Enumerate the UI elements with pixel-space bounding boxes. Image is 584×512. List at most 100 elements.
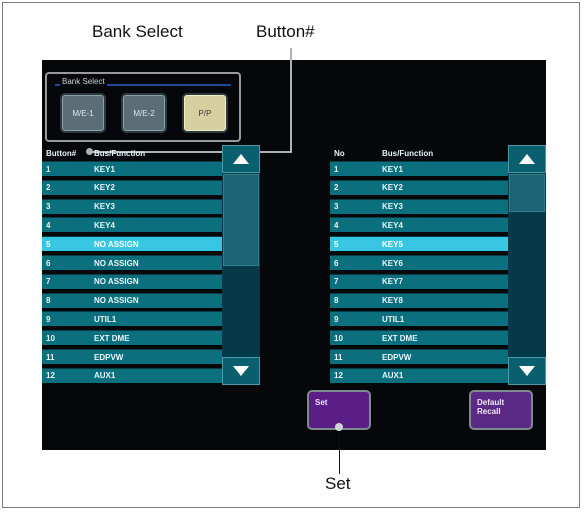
right-scroll-down-button[interactable] bbox=[508, 357, 546, 385]
triangle-up-icon bbox=[519, 154, 535, 164]
bank-button-pp[interactable]: P/P bbox=[182, 93, 228, 133]
left_list-row-number: 5 bbox=[46, 239, 51, 249]
right_list-row-number: 9 bbox=[334, 314, 339, 324]
left_list-row-function: EXT DME bbox=[94, 333, 130, 343]
left_list-row[interactable]: 11 EDPVW bbox=[42, 349, 222, 364]
right_list-row-function: KEY3 bbox=[382, 202, 403, 212]
bank-button-me2[interactable]: M/E-2 bbox=[121, 93, 167, 133]
right_list-row-number: 11 bbox=[334, 352, 343, 362]
right_list-row-number: 3 bbox=[334, 202, 339, 212]
right_list-row[interactable]: 7 KEY7 bbox=[330, 273, 508, 289]
right_list-row-number: 8 bbox=[334, 296, 339, 306]
default-recall-button[interactable]: Default Recall bbox=[469, 390, 533, 430]
right_list-row-function: KEY1 bbox=[382, 164, 403, 174]
right_list-row-function: KEY2 bbox=[382, 183, 403, 193]
callout-button-number: Button# bbox=[256, 22, 315, 41]
left_list-row-number: 7 bbox=[46, 277, 51, 287]
right_list-row-number: 5 bbox=[334, 239, 339, 249]
triangle-up-icon bbox=[233, 154, 249, 164]
right_list-row-function: EDPVW bbox=[382, 352, 412, 362]
callout-set: Set bbox=[325, 474, 351, 493]
left-scroll-up-button[interactable] bbox=[222, 145, 260, 173]
right_list-row-number: 7 bbox=[334, 277, 339, 287]
left_list-row-function: KEY3 bbox=[94, 202, 115, 212]
right_list-row-number: 10 bbox=[334, 333, 343, 343]
button-number-pointer-vertical bbox=[290, 48, 292, 152]
right_list-row[interactable]: 2 KEY2 bbox=[330, 179, 508, 195]
left_list-row-function: KEY2 bbox=[94, 183, 115, 193]
left_list-row-number: 12 bbox=[46, 371, 55, 381]
right_list-row[interactable]: 11 EDPVW bbox=[330, 349, 508, 364]
right_list-row[interactable]: 1 KEY1 bbox=[330, 161, 508, 176]
left_list-row-function: KEY4 bbox=[94, 220, 115, 230]
right_list-row-function: UTIL1 bbox=[382, 314, 405, 324]
right_list-row[interactable]: 9 UTIL1 bbox=[330, 311, 508, 327]
right-list: No Bus/Function 1 KEY1 2 KEY2 3 KEY3 4 KEY4 5 KEY… bbox=[330, 145, 508, 385]
left_list-row[interactable]: 12 AUX1 bbox=[42, 367, 222, 383]
left-header-col2: Bus/Function bbox=[94, 148, 146, 158]
left_list-row-function: AUX1 bbox=[94, 371, 116, 381]
left_list-row[interactable]: 3 KEY3 bbox=[42, 198, 222, 214]
left_list-row-function: UTIL1 bbox=[94, 314, 117, 324]
left_list-row[interactable]: 7 NO ASSIGN bbox=[42, 273, 222, 289]
right-list-header: No Bus/Function bbox=[330, 145, 508, 161]
left-header-col1: Button# bbox=[46, 148, 77, 158]
right_list-row[interactable]: 10 EXT DME bbox=[330, 330, 508, 346]
right_list-row-number: 12 bbox=[334, 371, 343, 381]
set-leader-line bbox=[339, 426, 340, 474]
left_list-row-function: NO ASSIGN bbox=[94, 258, 139, 268]
triangle-down-icon bbox=[233, 366, 249, 376]
left_list-row[interactable]: 4 KEY4 bbox=[42, 217, 222, 233]
left_list-row-function: NO ASSIGN bbox=[94, 239, 139, 249]
left_list-row[interactable]: 8 NO ASSIGN bbox=[42, 292, 222, 308]
left_list-row-number: 11 bbox=[46, 352, 55, 362]
left_list-row-function: EDPVW bbox=[94, 352, 124, 362]
left_list-row-number: 4 bbox=[46, 220, 51, 230]
right_list-row-function: KEY6 bbox=[382, 258, 403, 268]
left-list: Button# Bus/Function 1 KEY1 2 KEY2 3 KEY3 4 KEY… bbox=[42, 145, 222, 385]
right_list-row[interactable]: 3 KEY3 bbox=[330, 198, 508, 214]
left_list-row-number: 2 bbox=[46, 183, 51, 193]
right_list-row[interactable]: 5 KEY5 bbox=[330, 236, 508, 252]
right_list-row-function: KEY5 bbox=[382, 239, 403, 249]
triangle-down-icon bbox=[519, 366, 535, 376]
right_list-row-function: KEY8 bbox=[382, 296, 403, 306]
left-scrollbar-thumb[interactable] bbox=[223, 174, 259, 266]
left-list-header: Button# Bus/Function bbox=[42, 145, 222, 161]
right_list-row-function: EXT DME bbox=[382, 333, 418, 343]
left-scroll-down-button[interactable] bbox=[222, 357, 260, 385]
right-header-col2: Bus/Function bbox=[382, 148, 434, 158]
right-scroll-up-button[interactable] bbox=[508, 145, 546, 173]
left_list-row[interactable]: 6 NO ASSIGN bbox=[42, 255, 222, 270]
right_list-row-function: KEY7 bbox=[382, 277, 403, 287]
right_list-row[interactable]: 12 AUX1 bbox=[330, 367, 508, 383]
left_list-row-function: KEY1 bbox=[94, 164, 115, 174]
right-header-col1: No bbox=[334, 148, 345, 158]
left_list-row-number: 3 bbox=[46, 202, 51, 212]
left_list-row[interactable]: 9 UTIL1 bbox=[42, 311, 222, 327]
left_list-row-number: 8 bbox=[46, 296, 51, 306]
left_list-row-number: 10 bbox=[46, 333, 55, 343]
left_list-row[interactable]: 2 KEY2 bbox=[42, 179, 222, 195]
left_list-row-number: 6 bbox=[46, 258, 51, 268]
right_list-row[interactable]: 8 KEY8 bbox=[330, 292, 508, 308]
bank-select-title: Bank Select bbox=[60, 77, 107, 86]
right_list-row[interactable]: 4 KEY4 bbox=[330, 217, 508, 233]
right_list-row-number: 1 bbox=[334, 164, 339, 174]
callout-bank-select: Bank Select bbox=[92, 22, 183, 41]
right_list-row-number: 6 bbox=[334, 258, 339, 268]
left_list-row[interactable]: 5 NO ASSIGN bbox=[42, 236, 222, 252]
left_list-row[interactable]: 10 EXT DME bbox=[42, 330, 222, 346]
left_list-row[interactable]: 1 KEY1 bbox=[42, 161, 222, 176]
left_list-row-number: 1 bbox=[46, 164, 51, 174]
left_list-row-function: NO ASSIGN bbox=[94, 277, 139, 287]
left_list-row-function: NO ASSIGN bbox=[94, 296, 139, 306]
right_list-row[interactable]: 6 KEY6 bbox=[330, 255, 508, 270]
bank-button-me1[interactable]: M/E-1 bbox=[60, 93, 106, 133]
left_list-row-number: 9 bbox=[46, 314, 51, 324]
right_list-row-number: 4 bbox=[334, 220, 339, 230]
right_list-row-function: KEY4 bbox=[382, 220, 403, 230]
right_list-row-number: 2 bbox=[334, 183, 339, 193]
right-scrollbar-thumb[interactable] bbox=[509, 174, 545, 212]
right_list-row-function: AUX1 bbox=[382, 371, 404, 381]
